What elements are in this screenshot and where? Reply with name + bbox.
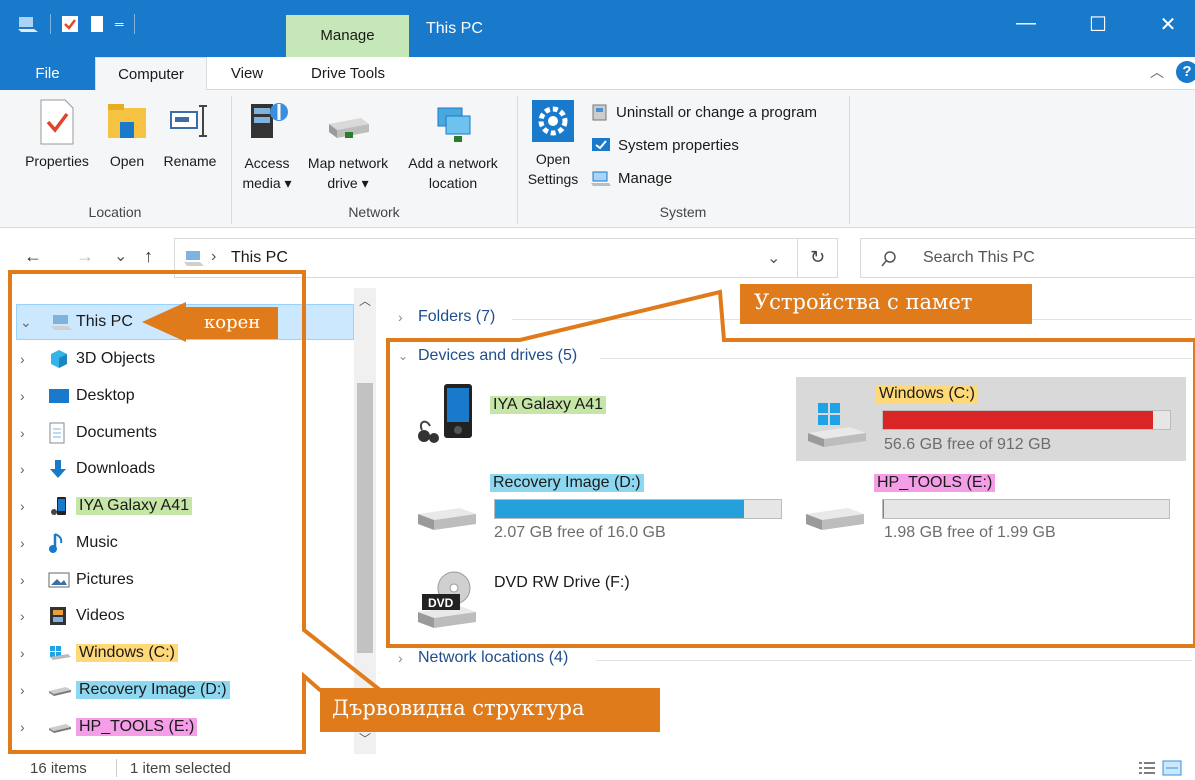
status-selected-count: 1 item selected bbox=[130, 760, 231, 777]
status-bar: 16 items 1 item selected bbox=[0, 755, 1195, 780]
tiles-view-icon[interactable] bbox=[1162, 760, 1182, 776]
annotation-overlay bbox=[8, 270, 1195, 754]
root-callout: корен bbox=[186, 307, 278, 339]
devices-outline bbox=[386, 289, 1195, 648]
devices-callout: Устройства с памет bbox=[740, 284, 1032, 324]
status-separator bbox=[116, 759, 117, 777]
tree-callout: Дървовидна структура bbox=[320, 688, 660, 732]
status-item-count: 16 items bbox=[30, 760, 87, 777]
tree-structure-outline bbox=[8, 270, 386, 754]
details-view-icon[interactable] bbox=[1138, 761, 1156, 775]
